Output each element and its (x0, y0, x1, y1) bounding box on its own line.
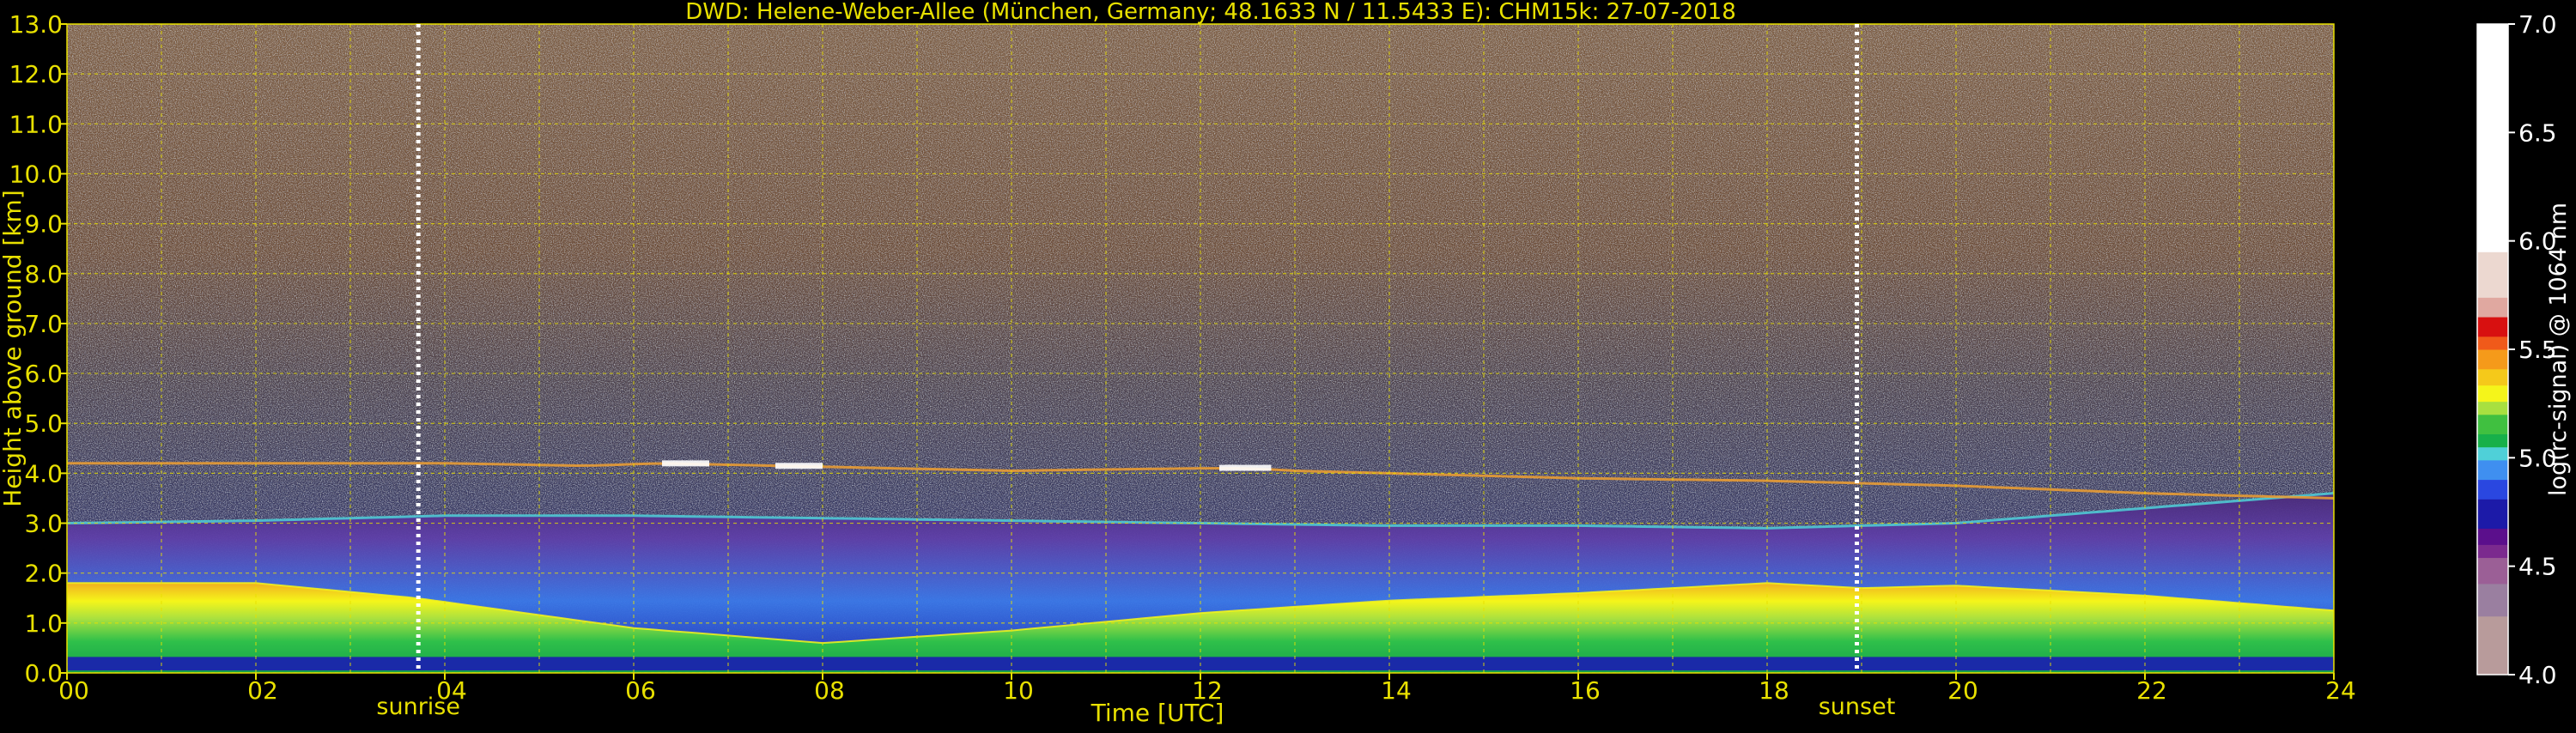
x-tick-label: 04 (436, 676, 467, 705)
x-tick-label: 00 (58, 676, 89, 705)
y-tick-label: 7.0 (24, 310, 63, 338)
colorbar-segment (2477, 583, 2508, 617)
colorbar-segment (2477, 385, 2508, 403)
y-tick-label: 1.0 (24, 609, 63, 638)
colorbar-segment (2477, 368, 2508, 386)
colorbar-segment (2477, 297, 2508, 318)
colorbar-tick-label: 4.0 (2518, 661, 2557, 689)
colorbar-tick-label: 4.5 (2518, 553, 2557, 581)
cloud-mark (1219, 464, 1272, 471)
x-tick-label: 02 (247, 676, 278, 705)
y-tick-label: 9.0 (24, 210, 63, 239)
y-tick-label: 2.0 (24, 560, 63, 588)
colorbar-segment (2477, 336, 2508, 350)
colorbar-segment (2477, 401, 2508, 415)
colorbar-segment (2477, 615, 2508, 675)
y-tick-label: 0.0 (24, 659, 63, 688)
y-tick-label: 12.0 (9, 60, 63, 88)
y-tick-label: 5.0 (24, 409, 63, 438)
x-tick-label: 10 (1003, 676, 1034, 705)
colorbar-segment (2477, 557, 2508, 585)
colorbar-segment (2477, 446, 2508, 461)
colorbar-label: log(rc-signal) @ 1064 nm (2545, 203, 2572, 496)
colorbar-segment (2477, 24, 2508, 252)
x-tick-label: 16 (1570, 676, 1601, 705)
cloud-mark (775, 463, 823, 469)
colorbar: 4.04.55.05.56.06.57.0 log(rc-signal) @ 1… (2476, 10, 2572, 689)
x-axis-label: Time [UTC] (1091, 699, 1224, 727)
y-tick-label: 3.0 (24, 510, 63, 538)
x-tick-label: 06 (625, 676, 656, 705)
colorbar-segment (2477, 414, 2508, 435)
colorbar-tick-label: 6.5 (2518, 118, 2557, 147)
cloud-mark (662, 460, 709, 467)
colorbar-segment (2477, 349, 2508, 370)
chart-title: DWD: Helene-Weber-Allee (München, German… (685, 0, 1736, 25)
y-tick-label: 11.0 (9, 110, 63, 138)
colorbar-segment (2477, 499, 2508, 529)
colorbar-segment (2477, 317, 2508, 337)
y-tick-label: 8.0 (24, 260, 63, 288)
ceilometer-chart: DWD: Helene-Weber-Allee (München, German… (0, 0, 2572, 727)
colorbar-segment (2477, 479, 2508, 500)
colorbar-segment (2477, 544, 2508, 559)
x-tick-label: 14 (1381, 676, 1412, 705)
sun-event-label: sunset (1819, 694, 1896, 720)
y-tick-label: 13.0 (9, 10, 63, 39)
x-tick-label: 18 (1759, 676, 1789, 705)
colorbar-segment (2477, 251, 2508, 298)
plot-area (67, 24, 2334, 673)
colorbar-segment (2477, 433, 2508, 448)
colorbar-segment (2477, 528, 2508, 545)
x-tick-label: 24 (2325, 676, 2356, 705)
y-tick-label: 6.0 (24, 360, 63, 388)
y-tick-label: 10.0 (9, 160, 63, 188)
y-tick-label: 4.0 (24, 459, 63, 488)
y-axis-label: Height above ground [km] (0, 190, 27, 507)
x-tick-label: 22 (2136, 676, 2167, 705)
colorbar-tick-label: 7.0 (2518, 10, 2557, 39)
x-tick-label: 08 (814, 676, 845, 705)
x-tick-label: 20 (1947, 676, 1978, 705)
colorbar-segment (2477, 459, 2508, 481)
